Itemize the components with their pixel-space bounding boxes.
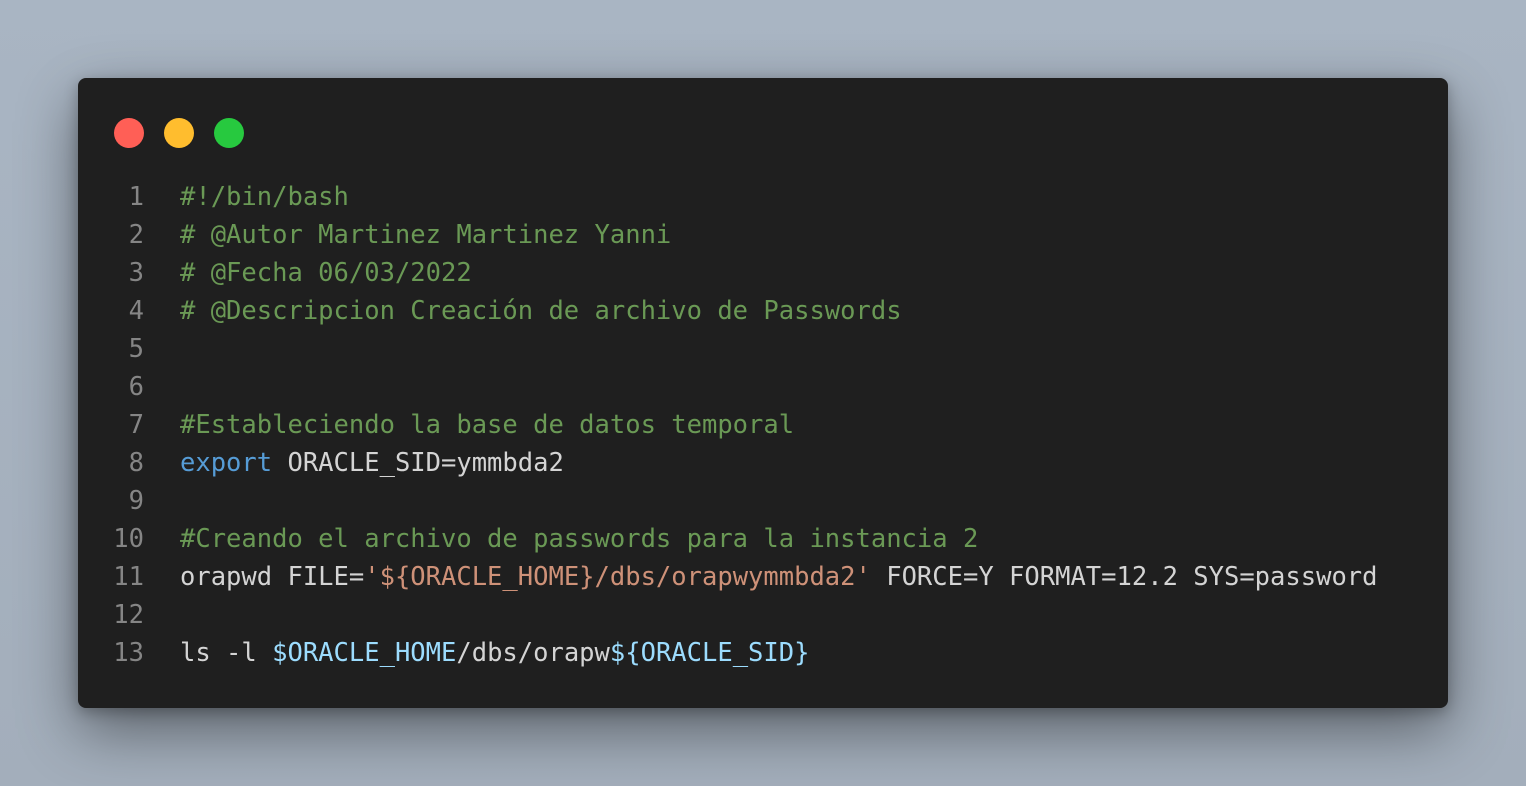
line-number: 5	[128, 334, 144, 364]
line-number: 4	[128, 296, 144, 326]
code-line: 12	[78, 596, 1448, 634]
zoom-button-dot[interactable]	[214, 118, 244, 148]
code-token-comment: #Creando el archivo de passwords para la…	[180, 524, 979, 554]
code-token-plain: orapwd FILE=	[180, 562, 365, 592]
code-token-var: $ORACLE_HOME	[272, 638, 457, 668]
code-token-comment: # @Autor Martinez Martinez Yanni	[180, 220, 672, 250]
code-window: 1 #!/bin/bash 2 # @Autor Martinez Martinez …	[78, 78, 1448, 708]
line-source: export ORACLE_SID=ymmbda2	[180, 444, 564, 482]
code-token-var: ${ORACLE_SID}	[609, 638, 810, 668]
line-source: orapwd FILE='${ORACLE_HOME}/dbs/orapwymm…	[180, 558, 1378, 596]
code-line: 3 # @Fecha 06/03/2022	[78, 254, 1448, 292]
line-number: 3	[128, 258, 144, 288]
line-number: 7	[128, 410, 144, 440]
code-line: 4 # @Descripcion Creación de archivo de P…	[78, 292, 1448, 330]
line-number: 6	[128, 372, 144, 402]
code-line: 9	[78, 482, 1448, 520]
line-source: # @Fecha 06/03/2022	[180, 254, 472, 292]
line-number: 9	[128, 486, 144, 516]
code-line: 8 export ORACLE_SID=ymmbda2	[78, 444, 1448, 482]
code-token-plain: /dbs/orapw	[456, 638, 610, 668]
code-token-plain: ORACLE_SID=ymmbda2	[272, 448, 564, 478]
code-line: 1 #!/bin/bash	[78, 178, 1448, 216]
minimize-button-dot[interactable]	[164, 118, 194, 148]
code-token-plain: ls -l	[180, 638, 273, 668]
line-number: 1	[128, 182, 144, 212]
line-source: # @Autor Martinez Martinez Yanni	[180, 216, 671, 254]
line-number: 10	[113, 524, 144, 554]
code-line: 7 #Estableciendo la base de datos tempora…	[78, 406, 1448, 444]
line-source: #Creando el archivo de passwords para la…	[180, 520, 978, 558]
code-line: 2 # @Autor Martinez Martinez Yanni	[78, 216, 1448, 254]
code-line: 5	[78, 330, 1448, 368]
line-source: ls -l $ORACLE_HOME/dbs/orapw${ORACLE_SID…	[180, 634, 809, 672]
line-source: #!/bin/bash	[180, 178, 349, 216]
line-source: # @Descripcion Creación de archivo de Pa…	[180, 292, 902, 330]
line-number: 2	[128, 220, 144, 250]
line-number: 8	[128, 448, 144, 478]
code-token-plain: FORCE=Y FORMAT=12.2 SYS=password	[870, 562, 1378, 592]
code-token-comment: #Estableciendo la base de datos temporal	[180, 410, 795, 440]
line-number: 12	[113, 600, 144, 630]
code-line: 10 #Creando el archivo de passwords para …	[78, 520, 1448, 558]
code-token-comment: # @Descripcion Creación de archivo de Pa…	[180, 296, 902, 326]
code-token-string: '${ORACLE_HOME}/dbs/orapwymmbda2'	[364, 562, 871, 592]
code-editor[interactable]: 1 #!/bin/bash 2 # @Autor Martinez Martinez …	[78, 178, 1448, 672]
line-number: 13	[113, 638, 144, 668]
code-line: 6	[78, 368, 1448, 406]
code-line: 11 orapwd FILE='${ORACLE_HOME}/dbs/orapwy…	[78, 558, 1448, 596]
window-controls	[114, 118, 244, 148]
code-token-comment: #!/bin/bash	[180, 182, 349, 212]
line-number: 11	[113, 562, 144, 592]
code-line: 13 ls -l $ORACLE_HOME/dbs/orapw${ORACLE_S…	[78, 634, 1448, 672]
line-source: #Estableciendo la base de datos temporal	[180, 406, 794, 444]
code-token-keyword: export	[180, 448, 273, 478]
close-button-dot[interactable]	[114, 118, 144, 148]
code-token-comment: # @Fecha 06/03/2022	[180, 258, 472, 288]
